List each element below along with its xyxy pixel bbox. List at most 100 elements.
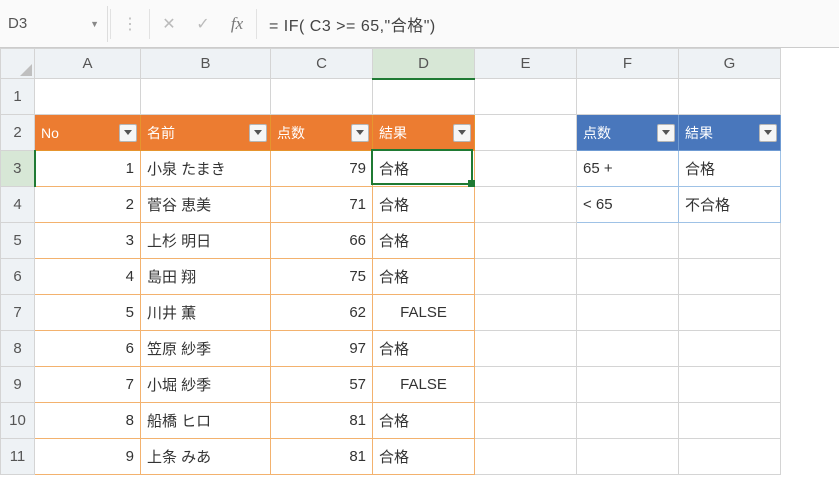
cell-A11[interactable]: 9 [35,439,141,475]
filter-icon[interactable] [453,124,471,142]
col-header-D[interactable]: D [373,49,475,79]
cell-F6[interactable] [577,259,679,295]
cell-E4[interactable] [475,187,577,223]
row-header-10[interactable]: 10 [1,403,35,439]
cell-G5[interactable] [679,223,781,259]
row-header-9[interactable]: 9 [1,367,35,403]
cell-G4[interactable]: 不合格 [679,187,781,223]
col-header-A[interactable]: A [35,49,141,79]
cell-G6[interactable] [679,259,781,295]
cell-C7[interactable]: 62 [271,295,373,331]
cell-E9[interactable] [475,367,577,403]
cell-F10[interactable] [577,403,679,439]
table1-header-name[interactable]: 名前 [141,115,271,151]
cell-B3[interactable]: 小泉 たまき [141,151,271,187]
cell-B5[interactable]: 上杉 明日 [141,223,271,259]
col-header-C[interactable]: C [271,49,373,79]
cell-D6[interactable]: 合格 [373,259,475,295]
filter-icon[interactable] [759,124,777,142]
cell-C6[interactable]: 75 [271,259,373,295]
cell-G9[interactable] [679,367,781,403]
row-header-8[interactable]: 8 [1,331,35,367]
cell-G8[interactable] [679,331,781,367]
cell-E5[interactable] [475,223,577,259]
cell-C4[interactable]: 71 [271,187,373,223]
cell-A1[interactable] [35,79,141,115]
cell-B11[interactable]: 上条 みあ [141,439,271,475]
cell-D8[interactable]: 合格 [373,331,475,367]
table1-header-result[interactable]: 結果 [373,115,475,151]
cell-B6[interactable]: 島田 翔 [141,259,271,295]
row-header-7[interactable]: 7 [1,295,35,331]
cell-F9[interactable] [577,367,679,403]
filter-icon[interactable] [249,124,267,142]
col-header-F[interactable]: F [577,49,679,79]
cell-A5[interactable]: 3 [35,223,141,259]
row-header-4[interactable]: 4 [1,187,35,223]
cell-D7[interactable]: FALSE [373,295,475,331]
cell-A8[interactable]: 6 [35,331,141,367]
cell-E8[interactable] [475,331,577,367]
cell-E11[interactable] [475,439,577,475]
cell-A7[interactable]: 5 [35,295,141,331]
cell-A3[interactable]: 1 [35,151,141,187]
cell-G3[interactable]: 合格 [679,151,781,187]
dots-icon[interactable]: ⋮ [113,6,147,42]
row-header-3[interactable]: 3 [1,151,35,187]
cell-D9[interactable]: FALSE [373,367,475,403]
table2-header-score[interactable]: 点数 [577,115,679,151]
chevron-down-icon[interactable]: ▼ [90,19,99,29]
cell-D10[interactable]: 合格 [373,403,475,439]
cell-E1[interactable] [475,79,577,115]
cell-E2[interactable] [475,115,577,151]
cancel-icon[interactable]: ✕ [152,6,186,42]
cell-F11[interactable] [577,439,679,475]
cell-D11[interactable]: 合格 [373,439,475,475]
cell-F7[interactable] [577,295,679,331]
filter-icon[interactable] [119,124,137,142]
col-header-E[interactable]: E [475,49,577,79]
cell-B9[interactable]: 小堀 紗季 [141,367,271,403]
cell-A10[interactable]: 8 [35,403,141,439]
col-header-B[interactable]: B [141,49,271,79]
cell-B7[interactable]: 川井 薫 [141,295,271,331]
cell-C3[interactable]: 79 [271,151,373,187]
cell-G11[interactable] [679,439,781,475]
cell-E7[interactable] [475,295,577,331]
cell-E3[interactable] [475,151,577,187]
cell-F3[interactable]: 65 + [577,151,679,187]
cell-C5[interactable]: 66 [271,223,373,259]
table2-header-result[interactable]: 結果 [679,115,781,151]
cell-G10[interactable] [679,403,781,439]
enter-icon[interactable]: ✓ [186,6,220,42]
row-header-5[interactable]: 5 [1,223,35,259]
cell-F4[interactable]: < 65 [577,187,679,223]
cell-F8[interactable] [577,331,679,367]
cell-B8[interactable]: 笠原 紗季 [141,331,271,367]
row-header-2[interactable]: 2 [1,115,35,151]
filter-icon[interactable] [657,124,675,142]
cell-B4[interactable]: 菅谷 恵美 [141,187,271,223]
table1-header-no[interactable]: No [35,115,141,151]
cell-E6[interactable] [475,259,577,295]
cell-C10[interactable]: 81 [271,403,373,439]
cell-A4[interactable]: 2 [35,187,141,223]
cell-C9[interactable]: 57 [271,367,373,403]
row-header-1[interactable]: 1 [1,79,35,115]
cell-F1[interactable] [577,79,679,115]
col-header-G[interactable]: G [679,49,781,79]
cell-D3[interactable]: 合格 [373,151,475,187]
table1-header-score[interactable]: 点数 [271,115,373,151]
formula-input[interactable]: = IF( C3 >= 65,"合格") [259,12,839,36]
cell-E10[interactable] [475,403,577,439]
cell-C11[interactable]: 81 [271,439,373,475]
cell-D1[interactable] [373,79,475,115]
cell-A6[interactable]: 4 [35,259,141,295]
cell-F5[interactable] [577,223,679,259]
cell-A9[interactable]: 7 [35,367,141,403]
cell-D4[interactable]: 合格 [373,187,475,223]
cell-C1[interactable] [271,79,373,115]
name-box[interactable]: D3 ▼ [0,6,108,42]
cell-D5[interactable]: 合格 [373,223,475,259]
row-header-6[interactable]: 6 [1,259,35,295]
